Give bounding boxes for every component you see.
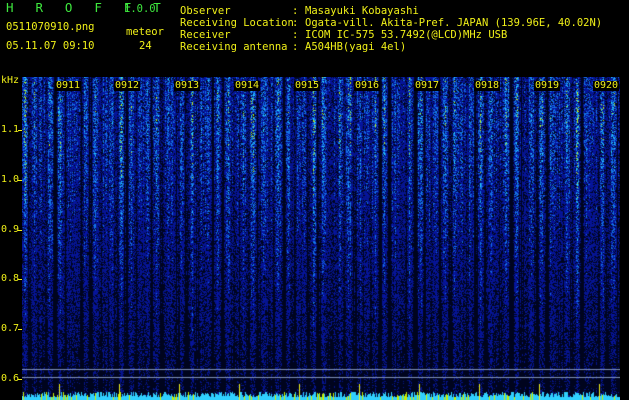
image-filename: 0511070910.png	[6, 21, 95, 33]
time-label: 0911	[55, 80, 82, 91]
time-label: 0919	[534, 80, 561, 91]
spectrogram-canvas	[22, 77, 620, 400]
y-axis-unit: kHz	[1, 75, 20, 86]
receiver-value: ICOM IC-575 53.7492(@LCD)MHz USB	[305, 29, 508, 41]
receiver-label: Receiver	[180, 29, 231, 41]
y-tick-label: 1.1	[1, 124, 20, 135]
y-tick-label: 1.0	[1, 174, 20, 185]
spectrogram	[22, 77, 620, 400]
time-label: 0916	[354, 80, 381, 91]
time-label: 0917	[414, 80, 441, 91]
location-value: Ogata-vill. Akita-Pref. JAPAN (139.96E, …	[305, 17, 603, 29]
observer-colon: :	[292, 5, 299, 17]
app-version: 1.0.0	[124, 3, 156, 15]
observation-datetime: 05.11.07 09:10	[6, 40, 95, 52]
time-label: 0918	[474, 80, 501, 91]
time-label: 0915	[294, 80, 321, 91]
location-colon: :	[292, 17, 299, 29]
time-label: 0912	[114, 80, 141, 91]
time-label: 0914	[234, 80, 261, 91]
antenna-value: A504HB(yagi 4el)	[305, 41, 407, 53]
antenna-colon: :	[292, 41, 299, 53]
y-tick-label: 0.7	[1, 323, 20, 334]
time-label: 0913	[174, 80, 201, 91]
meteor-count: 24	[139, 40, 152, 52]
observer-value: Masayuki Kobayashi	[305, 5, 419, 17]
time-label: 0920	[593, 80, 620, 91]
y-tick-label: 0.6	[1, 373, 20, 384]
receiver-colon: :	[292, 29, 299, 41]
meteor-label: meteor	[126, 26, 164, 38]
antenna-label: Receiving antenna	[180, 41, 288, 53]
location-label: Receiving Location	[180, 17, 294, 29]
y-tick-label: 0.9	[1, 224, 20, 235]
observer-label: Observer	[180, 5, 231, 17]
y-tick-label: 0.8	[1, 273, 20, 284]
